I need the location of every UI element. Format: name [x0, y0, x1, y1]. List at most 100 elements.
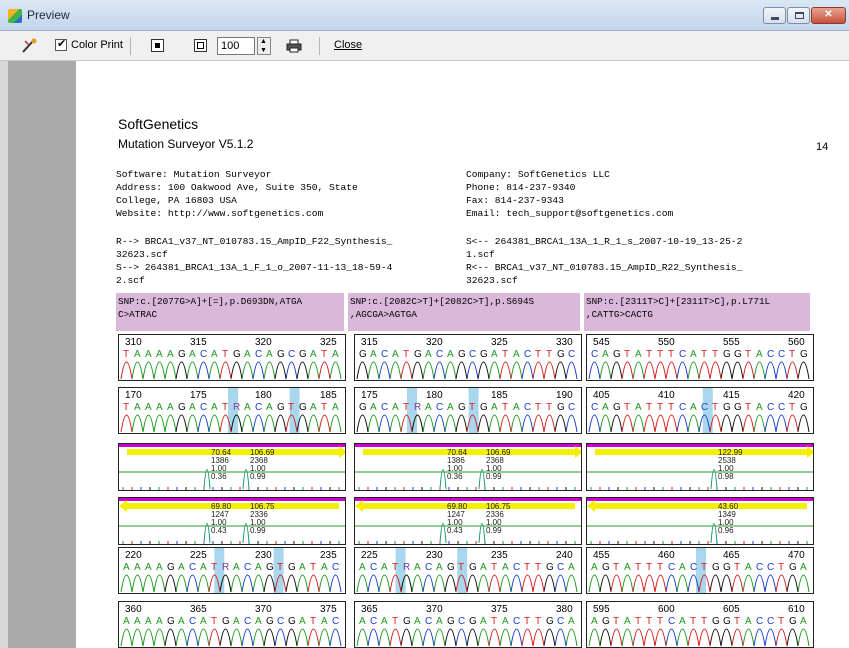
- panel-graphic: 43.6013491.000.96: [587, 498, 813, 544]
- sequence-panel[interactable]: 310 315 320 325 T A A A A G A C A T G A C A G C G A T A: [118, 334, 346, 381]
- chromatogram-trace: [400, 574, 556, 593]
- base-call: C: [568, 402, 575, 413]
- sequence-panel[interactable]: 225 230 235 240 A C A T R A C A G T G A T A C T T G C A: [354, 547, 582, 594]
- base-call: T: [392, 616, 398, 627]
- position-number: 410: [658, 390, 675, 401]
- sequence-panel[interactable]: 360 365 370 375 A A A A G A C A T G A C A G C G A T A C: [118, 601, 346, 648]
- base-call: G: [800, 402, 808, 413]
- trace-file-line: R--> BRCA1_v37_NT_010783.15_AmpID_F22_Sy…: [116, 236, 393, 247]
- chromatogram-trace: [197, 361, 298, 380]
- base-call: A: [200, 616, 207, 627]
- base-call: G: [288, 562, 296, 573]
- single-page-button[interactable]: [151, 39, 164, 52]
- base-call: G: [178, 349, 186, 360]
- base-call: G: [480, 402, 488, 413]
- base-call: R: [222, 562, 229, 573]
- close-window-button[interactable]: ✕: [811, 7, 846, 24]
- wand-icon[interactable]: [20, 38, 38, 54]
- position-number: 235: [491, 550, 508, 561]
- base-call: A: [123, 562, 130, 573]
- mutation-score: 0.99: [486, 472, 502, 481]
- base-call: C: [524, 349, 531, 360]
- spin-down-icon[interactable]: ▼: [260, 47, 267, 55]
- base-call: A: [145, 349, 152, 360]
- mutation-panel[interactable]: 122.99 2538 1.00 0.98: [586, 443, 814, 491]
- trace-file-line: S<-- 264381_BRCA1_13A_1_R_1_s_2007-10-19…: [466, 236, 743, 247]
- base-call: G: [414, 349, 422, 360]
- base-call: T: [778, 562, 784, 573]
- reverse-trace-files: S<-- 264381_BRCA1_13A_1_R_1_s_2007-10-19…: [466, 235, 742, 287]
- base-call: A: [591, 616, 598, 627]
- base-call: C: [767, 402, 774, 413]
- base-call: C: [436, 349, 443, 360]
- sequence-panel[interactable]: 365 370 375 380 A C A T G A C A G C G A T A C T T G C A: [354, 601, 582, 648]
- base-call: T: [613, 562, 619, 573]
- zoom-spinner[interactable]: ▲ ▼: [257, 37, 271, 55]
- base-call: T: [211, 616, 217, 627]
- base-call: G: [546, 562, 554, 573]
- base-call: A: [211, 402, 218, 413]
- mutation-score: 0.36: [211, 472, 227, 481]
- base-call: A: [800, 562, 807, 573]
- position-number: 180: [255, 390, 272, 401]
- zoom-input[interactable]: [217, 37, 255, 55]
- arrow-right-icon: [807, 446, 813, 458]
- sequence-panel[interactable]: 455 460 465 470 A G T A T T T C A C T G G T A C C T G A: [586, 547, 814, 594]
- sequence-panel[interactable]: 175 180 185 190 G A C A T R A C A G T G A T A C T T G C: [354, 387, 582, 434]
- base-call: C: [679, 349, 686, 360]
- maximize-button[interactable]: [787, 7, 810, 24]
- base-call: C: [244, 616, 251, 627]
- close-button[interactable]: Close: [334, 39, 362, 51]
- base-call: G: [447, 562, 455, 573]
- sequence-panel[interactable]: 220 225 230 235 A A A A G A C A T R A C A G T G A T A C: [118, 547, 346, 594]
- mutation-panel[interactable]: 70.64 1386 1.00 0.36 106.69 2368 1.00 0.99: [118, 443, 346, 491]
- base-call: A: [690, 402, 697, 413]
- mutation-panel[interactable]: 70.64 1386 1.00 0.36 106.69 2368 1.00 0.99: [354, 443, 582, 491]
- base-call: T: [277, 562, 283, 573]
- sequence-panel[interactable]: 405 410 415 420 C A G T A T T T C A C T G G T A C C T G: [586, 387, 814, 434]
- mutation-score: 0.98: [718, 472, 734, 481]
- panel-graphic: 69.8012471.000.43106.7523361.000.99: [119, 498, 345, 544]
- minimize-button[interactable]: [763, 7, 786, 24]
- base-call: A: [392, 402, 399, 413]
- mutation-panel[interactable]: 69.80 1247 1.00 0.43 106.75 2336 1.00 0.99: [118, 497, 346, 545]
- base-call: G: [723, 616, 731, 627]
- base-call: T: [635, 562, 641, 573]
- sequence-panel[interactable]: 595 600 605 610 A G T A T T T C A T T G G T A C C T G A: [586, 601, 814, 648]
- sequence-panel[interactable]: 315 320 325 330 G A C A T G A C A G C G A T A C T T G C: [354, 334, 582, 381]
- base-call: G: [723, 562, 731, 573]
- report-page[interactable]: SoftGenetics Mutation Surveyor V5.1.2 14…: [76, 61, 849, 648]
- close-icon: ✕: [824, 9, 833, 20]
- chromatogram-trace: [175, 414, 309, 433]
- spin-up-icon[interactable]: ▲: [260, 38, 267, 46]
- sequence-panel[interactable]: 170 175 180 185 T A A A A G A C A T R A C A G T G A T A: [118, 387, 346, 434]
- position-number: 185: [320, 390, 337, 401]
- sequence-panel[interactable]: 545 550 555 560 C A G T A T T T C A T T G G T A C C T G: [586, 334, 814, 381]
- printer-icon[interactable]: [286, 39, 302, 53]
- base-call: G: [480, 349, 488, 360]
- base-call: C: [778, 349, 785, 360]
- snp-label: SNP:c.[2077G>A]+[=],p.D693DN,ATGA C>ATRA…: [116, 293, 344, 331]
- fit-page-button[interactable]: [194, 39, 207, 52]
- base-call: C: [767, 616, 774, 627]
- base-call: G: [712, 616, 720, 627]
- color-print-checkbox[interactable]: ✔: [55, 38, 67, 51]
- color-print-label[interactable]: Color Print: [71, 39, 123, 51]
- snp-line: SNP:c.[2077G>A]+[=],p.D693DN,ATGA: [118, 296, 303, 307]
- position-number: 600: [658, 604, 675, 615]
- position-number: 375: [491, 604, 508, 615]
- position-number: 230: [426, 550, 443, 561]
- trace-file-line: 32623.scf: [116, 249, 168, 260]
- base-call: C: [381, 402, 388, 413]
- base-call: C: [200, 402, 207, 413]
- mutation-panel[interactable]: 43.60 1349 1.00 0.96: [586, 497, 814, 545]
- base-call: G: [723, 349, 731, 360]
- position-number: 465: [723, 550, 740, 561]
- toolbar-separator: [130, 37, 131, 55]
- arrow-left-icon: [355, 500, 363, 512]
- mutation-panel[interactable]: 69.80 1247 1.00 0.43 106.75 2336 1.00 0.99: [354, 497, 582, 545]
- base-call: A: [679, 562, 686, 573]
- base-call: A: [491, 402, 498, 413]
- position-number: 185: [491, 390, 508, 401]
- address-line: College, PA 16803 USA: [116, 195, 237, 206]
